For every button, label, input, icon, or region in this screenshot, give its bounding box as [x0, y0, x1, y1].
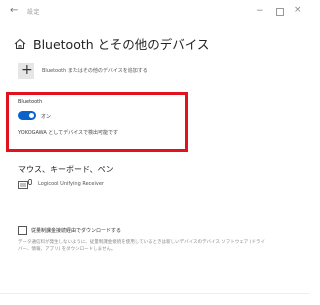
metered-label[interactable]: 従量制課金接続経由でダウンロードする: [31, 227, 121, 234]
device-name: Logicool Unifying Receiver: [38, 181, 104, 187]
keyboard-icon: [18, 179, 32, 189]
back-arrow-icon[interactable]: ←: [10, 6, 20, 16]
page-title: Bluetooth とその他のデバイス: [33, 37, 210, 52]
title-bar: ← 設定 − ×: [0, 0, 309, 24]
divider: [0, 293, 309, 294]
home-icon[interactable]: [14, 38, 26, 50]
close-icon[interactable]: ×: [294, 5, 302, 15]
window-title: 設定: [27, 9, 41, 16]
add-device-tile[interactable]: +: [18, 62, 34, 79]
metered-description: データ通信料が発生しないように、従量制課金接続を使用しているときは新しいデバイス…: [18, 240, 265, 252]
maximize-icon[interactable]: [276, 8, 284, 16]
minimize-icon[interactable]: −: [256, 6, 264, 16]
metered-checkbox[interactable]: [18, 226, 27, 235]
peripherals-heading: マウス、キーボード、ペン: [18, 165, 114, 174]
page-header: Bluetooth とその他のデバイス: [14, 36, 304, 54]
add-device-label[interactable]: Bluetooth またはその他のデバイスを追加する: [42, 67, 148, 74]
plus-icon: +: [21, 62, 33, 78]
metered-setting: 従量制課金接続経由でダウンロードする データ通信料が発生しないように、従量制課金…: [18, 226, 288, 266]
highlight-annotation: [6, 92, 188, 152]
settings-window: ← 設定 − × Bluetooth とその他のデバイス + Bluetooth…: [0, 0, 309, 305]
